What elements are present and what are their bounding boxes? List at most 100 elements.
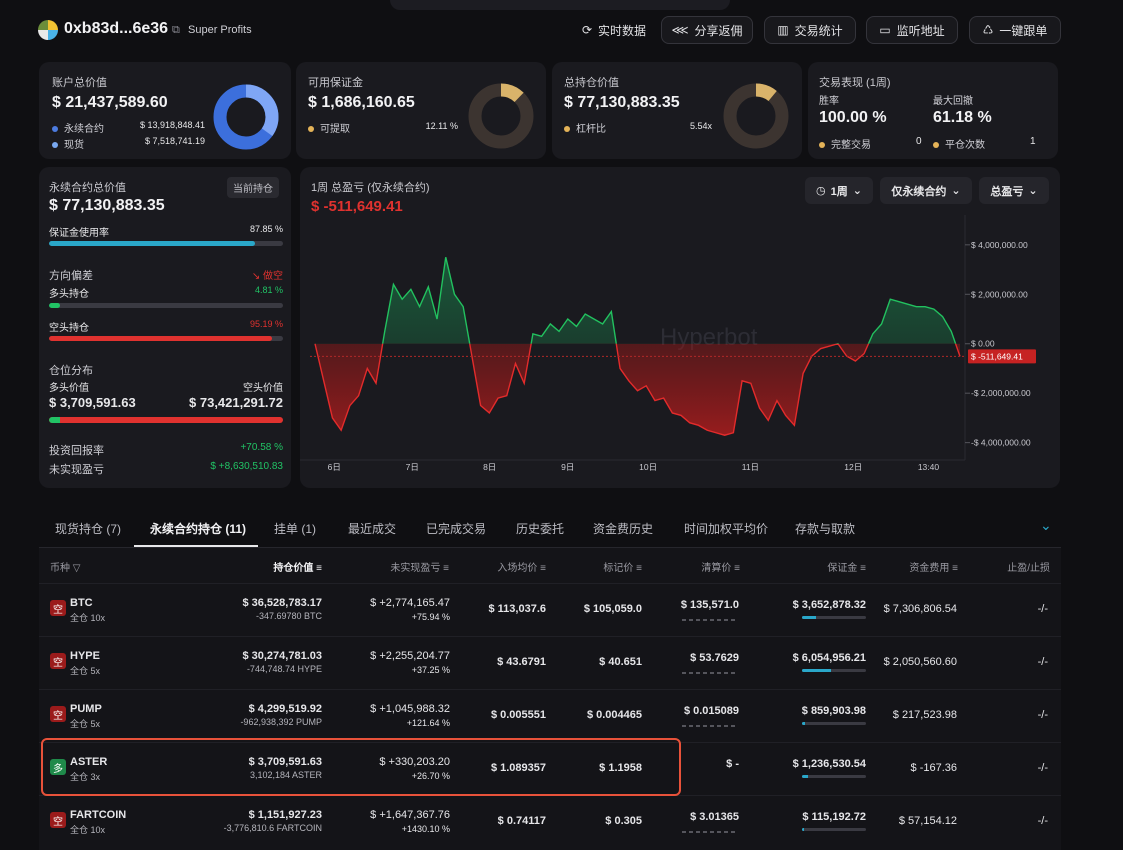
tab-1[interactable]: 永续合约持仓 (11) [150, 520, 246, 537]
column-header-8[interactable]: 止盈/止损 [980, 559, 1050, 574]
tab-0[interactable]: 现货持仓 (7) [55, 520, 121, 537]
mark-price: $ 0.004465 [586, 709, 642, 721]
tab-7[interactable]: 时间加权平均价 [684, 520, 768, 537]
margin-value: $ 115,192.72 [802, 811, 866, 823]
column-header-0[interactable]: 币种 ▽ [50, 559, 80, 574]
position-value: $ 1,151,927.23 [248, 809, 322, 821]
liquidation-distance-bar [682, 725, 738, 727]
x-tick-label: 8日 [483, 462, 496, 472]
long-position-label: 多头持仓 [49, 289, 89, 300]
column-header-1[interactable]: 持仓价值 ≡ [230, 559, 322, 574]
side-badge: 空 [50, 706, 66, 722]
coin-name[interactable]: HYPE [70, 650, 100, 662]
liquidation-price: $ 53.7629 [690, 652, 739, 664]
perp-value: $ 13,918,848.41 [139, 120, 205, 130]
x-tick-label: 9日 [561, 462, 574, 472]
coin-name[interactable]: PUMP [70, 703, 102, 715]
position-donut [723, 83, 789, 149]
margin-value: $ 859,903.98 [801, 705, 866, 717]
account-donut [213, 84, 279, 150]
position-size: -3,776,810.6 FARTCOIN [223, 823, 322, 833]
position-value: $ 30,274,781.03 [242, 650, 322, 662]
current-position-badge[interactable]: 当前持仓 [227, 177, 279, 198]
mark-price: $ 0.305 [605, 815, 642, 827]
realtime-data-button[interactable]: ⟳ 实时数据 [574, 16, 654, 44]
pnl-area-chart[interactable]: Hyperbot $ 4,000,000.00$ 2,000,000.00$ 0… [300, 210, 1060, 480]
coin-name[interactable]: BTC [70, 597, 93, 609]
position-size: -347.69780 BTC [255, 611, 322, 621]
tab-2[interactable]: 挂单 (1) [274, 520, 316, 537]
sort-icon[interactable]: ≡ [949, 563, 958, 574]
chevron-down-icon: ⌄ [951, 185, 961, 197]
copy-icon[interactable]: ⧉ [172, 24, 180, 37]
tp-sl-value[interactable]: -/- [1000, 603, 1048, 615]
column-header-6[interactable]: 保证金 ≡ [770, 559, 866, 574]
margin-mode: 全仓 10x [70, 825, 106, 835]
wallet-tag: Super Profits [188, 24, 252, 36]
tab-8[interactable]: 存款与取款 [795, 520, 855, 537]
trade-stats-button[interactable]: ▥ 交易统计 [764, 16, 856, 44]
copytrade-icon: ♺ [982, 23, 994, 37]
tp-sl-value[interactable]: -/- [1000, 762, 1048, 774]
chevron-down-icon: ⌄ [1028, 185, 1038, 197]
long-value-label: 多头价值 [49, 383, 89, 394]
x-tick-label: 6日 [328, 462, 341, 472]
column-header-5[interactable]: 清算价 ≡ [660, 559, 740, 574]
entry-price: $ 0.005551 [490, 709, 546, 721]
margin-label: 可用保证金 [308, 77, 363, 89]
margin-bar [802, 775, 866, 778]
drawdown-label: 最大回撤 [933, 96, 973, 107]
liquidation-price: $ 0.015089 [683, 705, 739, 717]
metric-dropdown[interactable]: 总盈亏 ⌄ [979, 177, 1049, 204]
monitor-address-button[interactable]: ▭ 监听地址 [866, 16, 958, 44]
tab-5[interactable]: 历史委托 [516, 520, 564, 537]
column-header-4[interactable]: 标记价 ≡ [570, 559, 642, 574]
perp-total-value: $ 77,130,883.35 [49, 197, 165, 214]
tab-3[interactable]: 最近成交 [348, 520, 396, 537]
withdrawable-legend: 可提取 [308, 120, 350, 135]
x-tick-label: 10日 [639, 462, 657, 472]
coin-name[interactable]: FARTCOIN [70, 809, 126, 821]
negative-area [315, 343, 960, 436]
tp-sl-value[interactable]: -/- [1000, 656, 1048, 668]
copy-trade-button[interactable]: ♺ 一键跟单 [969, 16, 1061, 44]
margin-usage-bar [49, 241, 283, 246]
tp-sl-value[interactable]: -/- [1000, 709, 1048, 721]
tab-4[interactable]: 已完成交易 [426, 520, 486, 537]
funding-fee: $ 7,306,806.54 [883, 603, 957, 615]
sort-icon[interactable]: ≡ [537, 563, 546, 574]
margin-mode: 全仓 5x [70, 719, 101, 729]
sort-icon[interactable]: ≡ [440, 563, 449, 574]
period-dropdown[interactable]: ◷ 1周 ⌄ [805, 177, 873, 204]
column-header-2[interactable]: 未实现盈亏 ≡ [355, 559, 449, 574]
column-header-7[interactable]: 资金费用 ≡ [870, 559, 958, 574]
position-value: $ 4,299,519.92 [248, 703, 322, 715]
scope-dropdown[interactable]: 仅永续合约 ⌄ [880, 177, 972, 204]
collapse-chevron-icon[interactable]: ⌄ [1040, 517, 1052, 534]
margin-value: $ 1,236,530.54 [792, 758, 866, 770]
filter-icon[interactable]: ▽ [70, 563, 81, 574]
distribution-bar [49, 417, 283, 423]
tab-6[interactable]: 资金费历史 [593, 520, 653, 537]
margin-value: $ 3,652,878.32 [792, 599, 866, 611]
tp-sl-value[interactable]: -/- [1000, 815, 1048, 827]
position-value: $ 77,130,883.35 [564, 94, 680, 111]
perp-legend: 永续合约 [52, 120, 104, 135]
side-badge: 空 [50, 653, 66, 669]
performance-card: 交易表现 (1周) 胜率 100.00 % 最大回撤 61.18 % 完整交易 … [808, 62, 1058, 159]
sort-icon[interactable]: ≡ [633, 563, 642, 574]
share-referral-button[interactable]: ⋘ 分享返佣 [661, 16, 753, 44]
sort-icon[interactable]: ≡ [857, 563, 866, 574]
winrate-value: 100.00 % [819, 109, 887, 126]
winrate-label: 胜率 [819, 96, 839, 107]
sort-icon[interactable]: ≡ [731, 563, 740, 574]
column-header-3[interactable]: 入场均价 ≡ [470, 559, 546, 574]
bias-label: 方向偏差 [49, 270, 93, 282]
short-position-label: 空头持仓 [49, 323, 89, 334]
chart-title: 1周 总盈亏 (仅永续合约) [311, 182, 430, 194]
unrealized-pnl: $ +1,045,988.32 [370, 703, 450, 715]
bias-value: ↘ 做空 [251, 271, 283, 282]
funding-fee: $ 217,523.98 [892, 709, 957, 721]
sort-icon[interactable]: ≡ [313, 563, 322, 574]
unrealized-pnl-pct: +1430.10 % [401, 824, 450, 834]
